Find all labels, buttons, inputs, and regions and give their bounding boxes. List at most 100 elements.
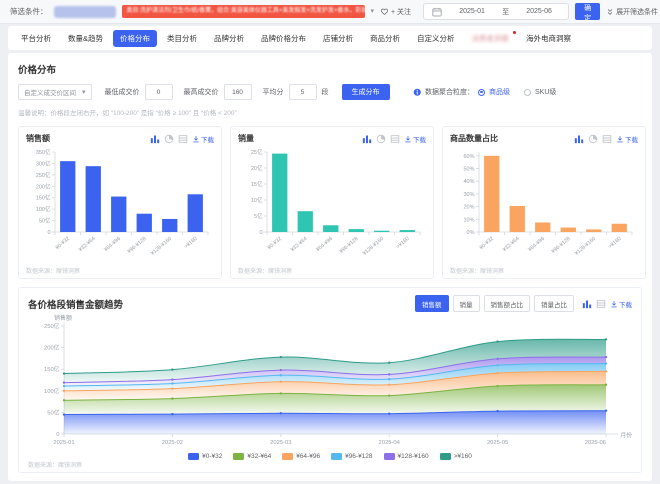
main-content: 价格分布 自定义成交价区间 ▾ 最低成交价 0 最高成交价 160 平均分 5 … (8, 53, 652, 481)
split-count-input[interactable]: 5 (289, 84, 317, 100)
legend-item[interactable]: ¥128-¥160 (384, 453, 429, 460)
svg-text:¥0-¥32: ¥0-¥32 (479, 236, 496, 251)
tab-overseas-ecommerce-insight[interactable]: 海外电商洞察 (519, 30, 578, 47)
svg-text:100亿: 100亿 (36, 205, 51, 213)
bar-chart-icon[interactable] (362, 134, 372, 144)
legend-label: ¥32-¥64 (247, 453, 271, 460)
tab-platform-analysis[interactable]: 平台分析 (14, 30, 58, 47)
tab-brand-price-distribution[interactable]: 品牌价格分布 (254, 30, 313, 47)
pie-chart-icon[interactable] (376, 134, 386, 144)
trend-metric-sales-volume-share[interactable]: 销量占比 (534, 295, 574, 312)
svg-text:¥0-¥32: ¥0-¥32 (267, 236, 284, 251)
price-segment-hint: 温馨说明：价格段左闭右开，如 “100-200” 是指 “价格 ≥ 100” 且… (18, 107, 642, 117)
range-separator: 至 (502, 7, 509, 17)
product-count-share-bar-chart[interactable]: 0%10%20%30%40%50%60%¥0-¥32¥32-¥64¥64-¥96… (450, 144, 638, 264)
tab-consumer-insight-redacted[interactable]: 消费者洞察 (465, 30, 517, 47)
table-icon[interactable] (596, 299, 606, 309)
svg-text:¥32-¥64: ¥32-¥64 (290, 236, 309, 253)
table-icon[interactable] (390, 134, 400, 144)
chevron-down-icon[interactable]: ▾ (371, 8, 375, 15)
heart-icon (380, 7, 389, 16)
sales-amount-bar-chart[interactable]: 050亿100亿150亿200亿250亿300亿350亿¥0-¥32¥32-¥6… (26, 144, 214, 264)
tab-custom-analysis[interactable]: 自定义分析 (410, 30, 462, 47)
filter-conditions-label: 筛选条件： (10, 6, 48, 17)
svg-text:¥32-¥64: ¥32-¥64 (502, 236, 521, 253)
bar-chart-icon[interactable] (574, 134, 584, 144)
legend-label: ¥0-¥32 (202, 453, 222, 460)
tab-price-distribution[interactable]: 价格分布 (113, 30, 157, 47)
svg-text:350亿: 350亿 (36, 148, 51, 156)
svg-text:¥64-¥96: ¥64-¥96 (315, 236, 334, 253)
download-icon (610, 300, 618, 308)
confirm-button[interactable]: 确定 (575, 3, 600, 20)
download-button[interactable]: 下载 (610, 299, 632, 309)
svg-text:¥96-¥128: ¥96-¥128 (339, 236, 360, 255)
radio-product-level-label[interactable]: 商品级 (489, 87, 510, 97)
download-button[interactable]: 下载 (616, 134, 638, 144)
tab-product-analysis[interactable]: 商品分析 (363, 30, 407, 47)
svg-text:250亿: 250亿 (36, 171, 51, 179)
pie-chart-icon[interactable] (588, 134, 598, 144)
legend-label: ¥128-¥160 (398, 453, 429, 460)
tab-shop-analysis[interactable]: 店铺分析 (316, 30, 360, 47)
legend-item[interactable]: >¥160 (440, 453, 472, 460)
radio-product-level[interactable] (478, 89, 485, 96)
bar-chart-cards-row: 销售额 下载 050亿100亿150亿200亿250亿300亿350亿¥0-¥3… (18, 126, 642, 279)
data-source-label: 数据来源：魔镜洞察 (238, 266, 426, 275)
download-button[interactable]: 下载 (192, 134, 214, 144)
radio-sku-level[interactable] (524, 89, 531, 96)
trend-metric-sales-volume[interactable]: 销量 (453, 295, 480, 312)
generate-distribution-button[interactable]: 生成分布 (342, 84, 390, 100)
min-price-input[interactable]: 0 (145, 84, 173, 100)
svg-text:¥128-¥160: ¥128-¥160 (574, 236, 597, 257)
notification-dot (513, 31, 517, 35)
download-button[interactable]: 下载 (404, 134, 426, 144)
svg-text:¥32-¥64: ¥32-¥64 (78, 236, 97, 253)
bar-chart-icon[interactable] (150, 134, 160, 144)
legend-item[interactable]: ¥32-¥64 (233, 453, 271, 460)
svg-text:¥96-¥128: ¥96-¥128 (127, 236, 148, 255)
tab-volume-trend[interactable]: 数量&趋势 (61, 30, 110, 47)
filter-summary-badge[interactable]: 类目:洗护清洁剂/卫生巾/纸/香薰，组合:美容美体仪器工具+美发假发+洗发护发+… (122, 5, 365, 18)
tab-category-analysis[interactable]: 类目分析 (160, 30, 204, 47)
chevron-down-icon: ▾ (82, 89, 86, 96)
follow-button[interactable]: + 关注 (380, 7, 411, 17)
trend-metric-sales-amount-share[interactable]: 销售额占比 (484, 295, 531, 312)
price-segment-trend-card: 各价格段销售金额趋势 销售额 销量 销售额占比 销量占比 下载 050亿100亿… (18, 287, 642, 473)
legend-item[interactable]: ¥96-¥128 (331, 453, 372, 460)
end-date-value[interactable]: 2025-06 (518, 8, 560, 15)
svg-text:5亿: 5亿 (254, 212, 263, 220)
svg-text:>¥160: >¥160 (395, 236, 410, 250)
bar-chart-icon[interactable] (582, 299, 592, 309)
svg-text:10亿: 10亿 (251, 196, 263, 204)
radio-sku-level-label[interactable]: SKU级 (535, 87, 556, 97)
table-icon[interactable] (602, 134, 612, 144)
legend-item[interactable]: ¥64-¥96 (282, 453, 320, 460)
svg-text:200亿: 200亿 (44, 344, 60, 352)
price-range-select[interactable]: 自定义成交价区间 ▾ (18, 84, 92, 100)
legend-item[interactable]: ¥0-¥32 (188, 453, 222, 460)
max-price-input[interactable]: 160 (224, 84, 252, 100)
split-label: 平均分 (263, 87, 284, 97)
granularity-label: 数据聚合粒度： (425, 87, 474, 97)
expand-filters-button[interactable]: 展开筛选条件 (606, 7, 658, 17)
trend-metric-sales-amount[interactable]: 销售额 (415, 295, 449, 312)
table-icon[interactable] (178, 134, 188, 144)
svg-text:0: 0 (259, 230, 262, 236)
svg-text:50%: 50% (463, 167, 474, 173)
brand-name-redacted (54, 6, 116, 18)
pie-chart-icon[interactable] (164, 134, 174, 144)
date-range-picker[interactable]: 2025-01 至 2025-06 (423, 3, 569, 20)
sales-volume-bar-chart[interactable]: 05亿10亿15亿20亿25亿¥0-¥32¥32-¥64¥64-¥96¥96-¥… (238, 144, 426, 264)
legend-swatch (233, 453, 244, 460)
svg-text:>¥160: >¥160 (607, 236, 622, 250)
price-controls: 自定义成交价区间 ▾ 最低成交价 0 最高成交价 160 平均分 5 段 生成分… (18, 84, 642, 100)
svg-text:10%: 10% (463, 217, 474, 223)
download-icon (616, 135, 624, 143)
price-segment-trend-area-chart[interactable]: 050亿100亿150亿200亿250亿销售额2025-012025-02202… (28, 312, 634, 450)
start-date-value[interactable]: 2025-01 (451, 8, 493, 15)
tab-brand-analysis[interactable]: 品牌分析 (207, 30, 251, 47)
svg-text:2025-04: 2025-04 (379, 440, 401, 446)
module-nav-tabs: 平台分析 数量&趋势 价格分布 类目分析 品牌分析 品牌价格分布 店铺分析 商品… (8, 26, 652, 50)
svg-text:¥128-¥160: ¥128-¥160 (150, 236, 173, 257)
